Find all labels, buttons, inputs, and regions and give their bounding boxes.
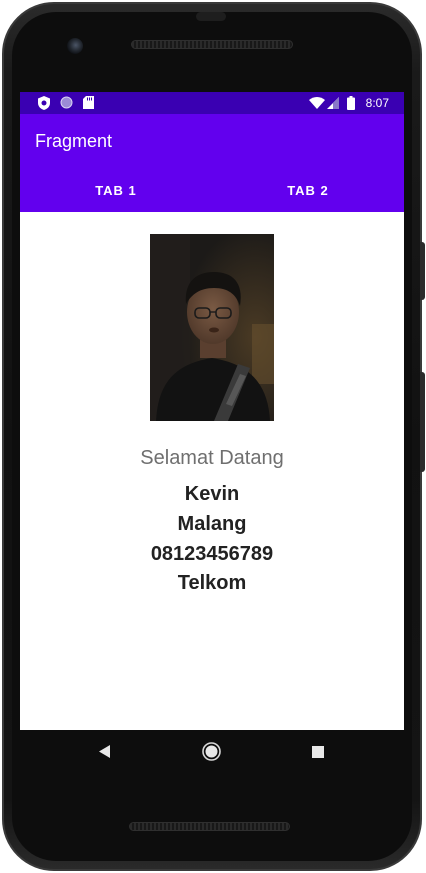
app-screen: 8:07 Fragment TAB 1 TAB 2 Selamat Datang… <box>20 92 404 730</box>
shield-icon <box>38 96 50 110</box>
profile-company: Telkom <box>177 572 247 594</box>
system-nav-bar <box>20 730 404 776</box>
front-camera-icon <box>67 38 83 54</box>
tab-1-label: TAB 1 <box>95 182 137 198</box>
tab-2-label: TAB 2 <box>287 182 329 198</box>
power-button <box>420 372 425 472</box>
profile-phone: 08123456789 <box>150 543 274 565</box>
sd-card-icon <box>83 96 94 109</box>
circle-icon <box>60 96 73 109</box>
back-icon[interactable] <box>99 745 111 758</box>
wifi-icon <box>309 97 325 109</box>
fragment-content: Selamat Datang Kevin Malang 08123456789 … <box>20 212 404 730</box>
profile-city: Malang <box>177 513 247 535</box>
signal-icon <box>327 97 339 109</box>
profile-photo <box>150 234 274 421</box>
profile-photo-image <box>150 234 274 421</box>
app-title: Fragment <box>35 131 113 151</box>
app-bar: Fragment <box>20 114 404 168</box>
tab-2[interactable]: TAB 2 <box>212 168 404 212</box>
status-time: 8:07 <box>365 96 389 110</box>
status-bar: 8:07 <box>20 92 404 114</box>
profile-name: Kevin <box>184 483 240 505</box>
top-notch <box>196 12 226 21</box>
device-frame: 8:07 Fragment TAB 1 TAB 2 Selamat Datang… <box>0 0 426 873</box>
volume-button <box>420 242 425 300</box>
tab-layout: TAB 1 TAB 2 <box>20 168 404 212</box>
earpiece-speaker <box>131 40 293 49</box>
battery-icon <box>347 96 355 110</box>
recents-icon[interactable] <box>312 746 324 758</box>
bottom-speaker <box>129 822 290 831</box>
welcome-text: Selamat Datang <box>140 447 284 469</box>
home-icon[interactable] <box>202 742 221 761</box>
tab-1[interactable]: TAB 1 <box>20 168 212 212</box>
